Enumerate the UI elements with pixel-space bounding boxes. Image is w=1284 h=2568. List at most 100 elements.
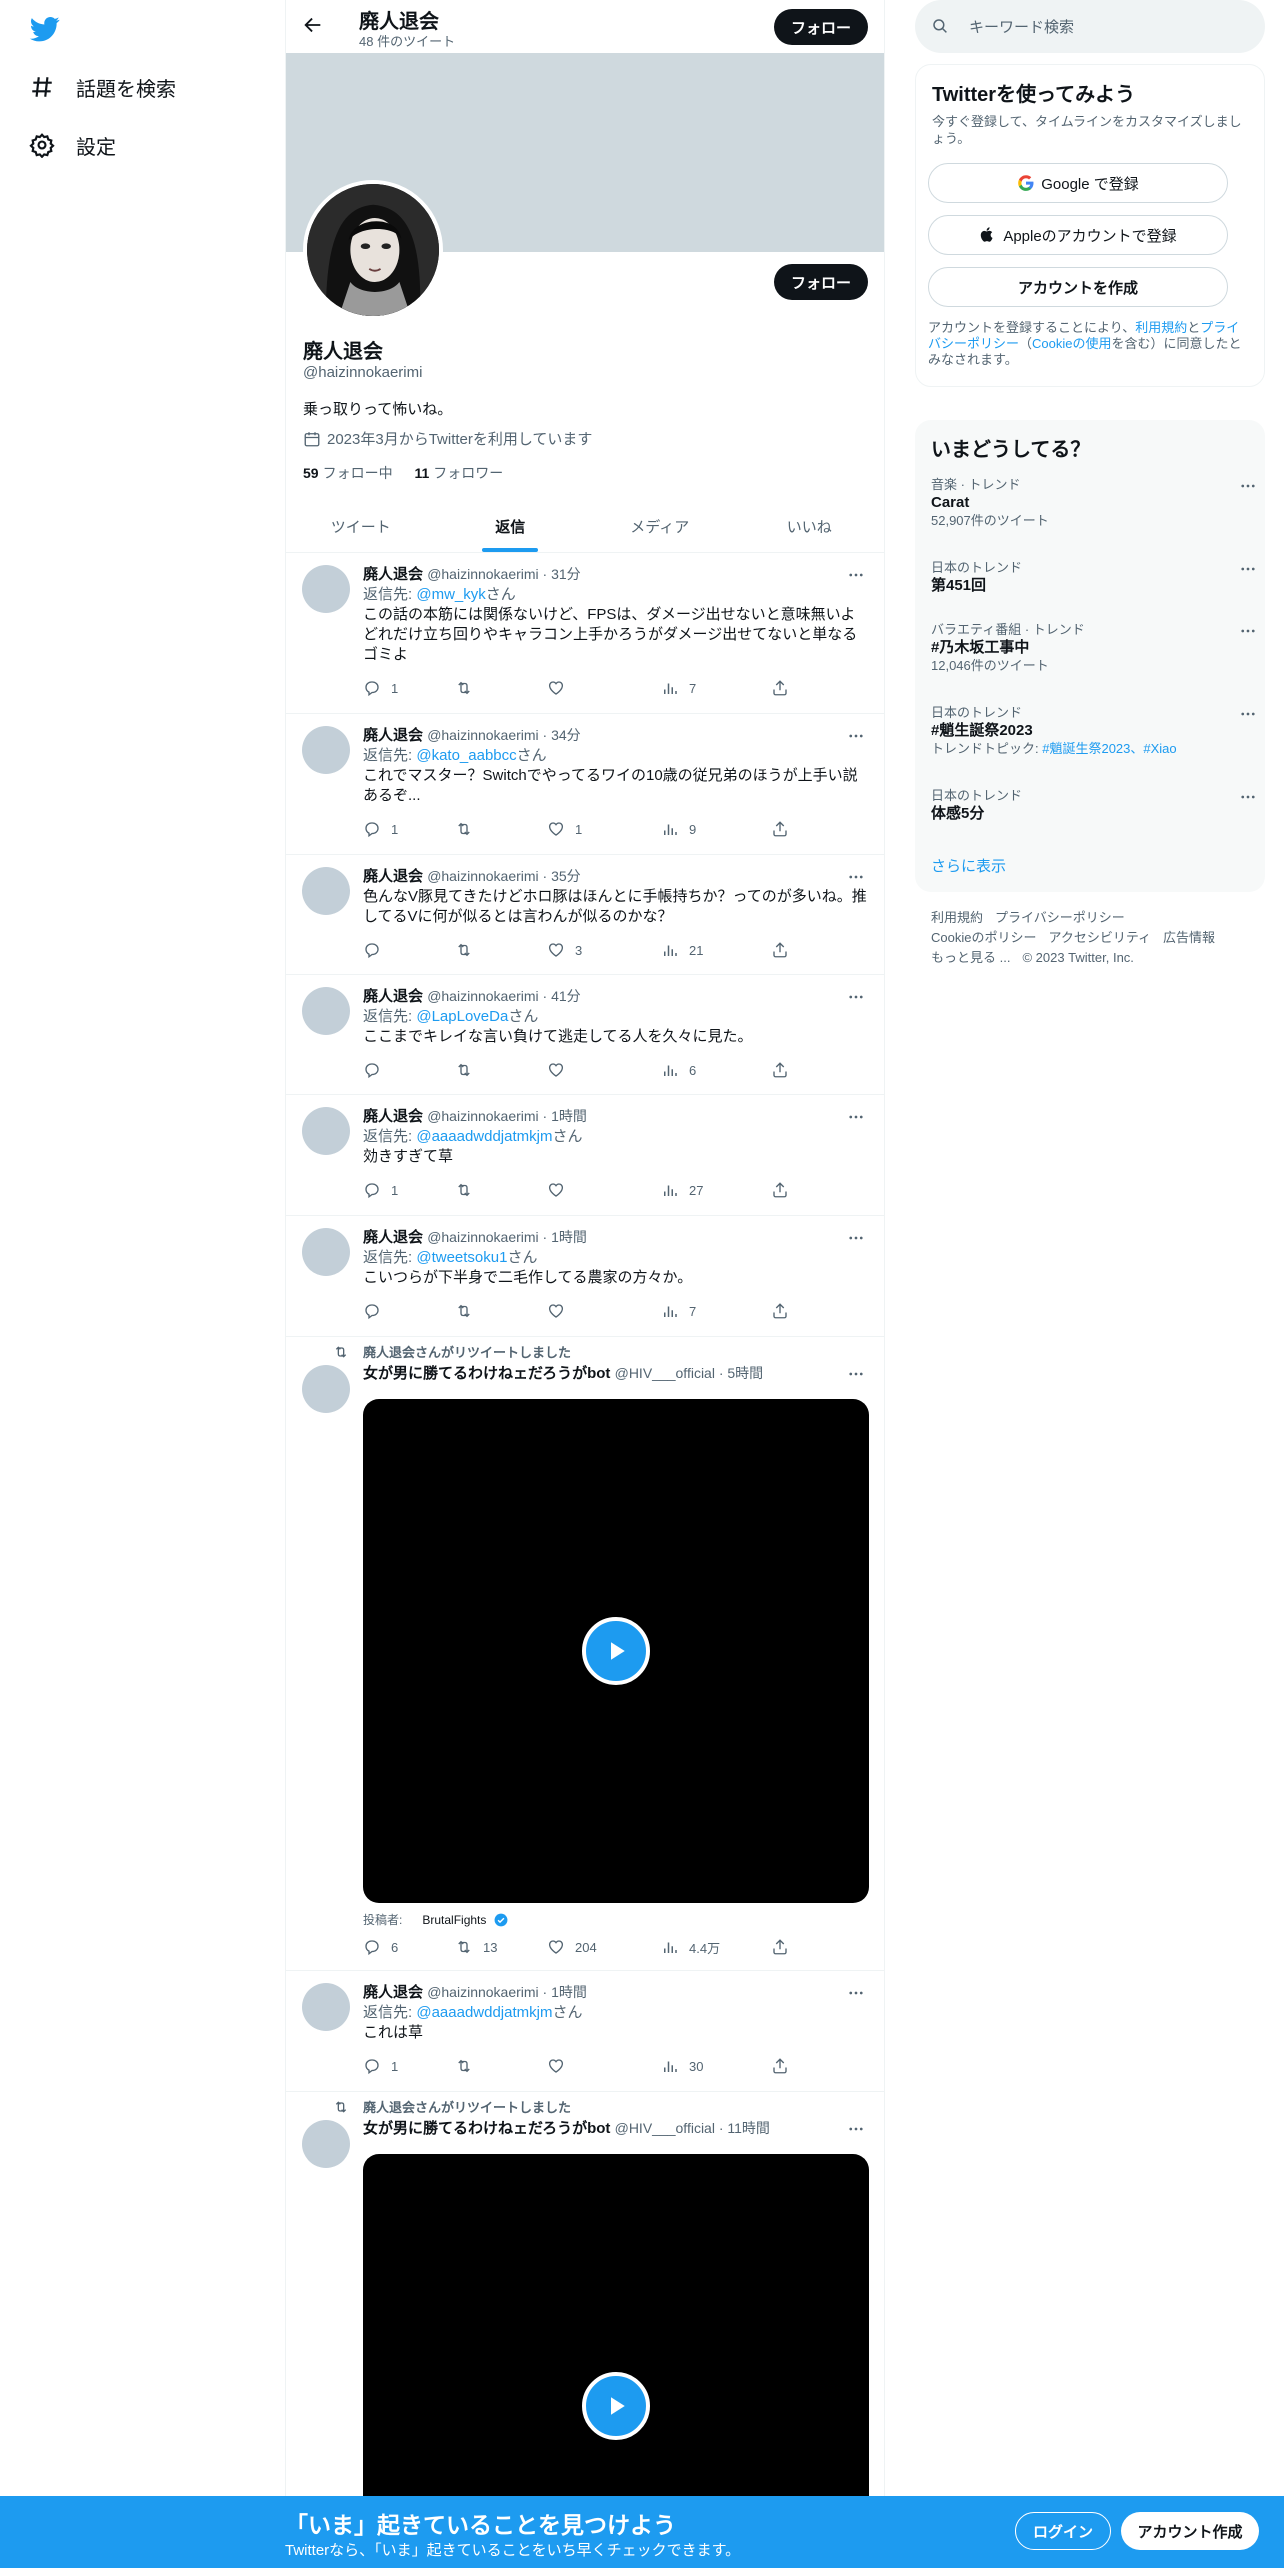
- tweet[interactable]: 廃人退会 @haizinnokaerimi · 1時間 返信先: @tweetso…: [286, 1216, 884, 1337]
- reply-to-handle[interactable]: @kato_aabbcc: [416, 747, 516, 764]
- share-button[interactable]: [771, 819, 799, 839]
- nav-settings[interactable]: 設定: [28, 125, 116, 165]
- retweet-button[interactable]: 13: [455, 1937, 497, 1957]
- play-button-icon[interactable]: [582, 1617, 650, 1685]
- retweet-with-video[interactable]: 廃人退会さんがリツイートしました 女が男に勝てるわけねェだろうがbot @HIV_…: [286, 1337, 884, 1971]
- reply-to-handle[interactable]: @tweetsoku1: [416, 1249, 507, 1266]
- retweet-button[interactable]: [455, 1180, 483, 1200]
- tab-likes[interactable]: いいね: [735, 500, 885, 552]
- tweet-avatar[interactable]: [302, 1228, 350, 1276]
- tab-replies[interactable]: 返信: [436, 500, 586, 552]
- reply-button[interactable]: [363, 1301, 391, 1321]
- reply-button[interactable]: 1: [363, 678, 398, 698]
- reply-button[interactable]: [363, 1060, 391, 1080]
- trend-item[interactable]: 日本のトレンド #魈生誕祭2023 トレンドトピック: #魈誕生祭2023、#Xia…: [931, 705, 1255, 757]
- tweet[interactable]: 廃人退会 @haizinnokaerimi · 31分 返信先: @mw_kykさ…: [286, 553, 884, 714]
- nav-explore[interactable]: 話題を検索: [28, 67, 176, 107]
- views-button[interactable]: 6: [661, 1060, 696, 1080]
- share-button[interactable]: [771, 1180, 799, 1200]
- tweet[interactable]: 廃人退会 @haizinnokaerimi · 1時間 返信先: @aaaadwd…: [286, 1095, 884, 1216]
- retweet-button[interactable]: [455, 678, 483, 698]
- play-button-icon[interactable]: [582, 2372, 650, 2440]
- trend-topics-links[interactable]: #魈誕生祭2023、#Xiao: [1042, 741, 1176, 756]
- reply-button[interactable]: 6: [363, 1937, 398, 1957]
- footer-link[interactable]: アクセシビリティ: [1048, 930, 1151, 945]
- tweet[interactable]: 廃人退会 @haizinnokaerimi · 35分 色んなV豚見てきたけどホロ…: [286, 855, 884, 975]
- more-options-icon[interactable]: [846, 987, 866, 1007]
- tweet-avatar[interactable]: [302, 2120, 350, 2168]
- back-arrow-icon[interactable]: [302, 14, 328, 40]
- retweet-button[interactable]: [455, 2056, 483, 2076]
- retweet-button[interactable]: [455, 940, 483, 960]
- like-button[interactable]: [547, 678, 575, 698]
- tweet-author-name[interactable]: 廃人退会: [363, 1984, 423, 2001]
- tweet-author-name[interactable]: 廃人退会: [363, 1108, 423, 1125]
- like-button[interactable]: 204: [547, 1937, 597, 1957]
- poster-name[interactable]: BrutalFights: [422, 1913, 486, 1927]
- views-button[interactable]: 4.4万: [661, 1937, 720, 1957]
- tweet-author-name[interactable]: 廃人退会: [363, 988, 423, 1005]
- trend-item[interactable]: 音楽 · トレンド Carat 52,907件のツイート: [931, 477, 1255, 529]
- more-options-icon[interactable]: [1239, 477, 1259, 497]
- like-button[interactable]: [547, 2056, 575, 2076]
- share-button[interactable]: [771, 940, 799, 960]
- google-signup-button[interactable]: Google で登録: [928, 163, 1228, 203]
- share-button[interactable]: [771, 1060, 799, 1080]
- trend-item[interactable]: 日本のトレンド 体感5分: [931, 788, 1255, 824]
- followers-link[interactable]: 11 フォロワー: [414, 465, 503, 481]
- more-options-icon[interactable]: [846, 1228, 866, 1248]
- like-button[interactable]: [547, 1301, 575, 1321]
- views-button[interactable]: 21: [661, 940, 703, 960]
- more-options-icon[interactable]: [846, 726, 866, 746]
- tweet-avatar[interactable]: [302, 987, 350, 1035]
- profile-follow-button[interactable]: フォロー: [774, 264, 868, 300]
- like-button[interactable]: 3: [547, 940, 582, 960]
- tweet-avatar[interactable]: [302, 867, 350, 915]
- retweet-with-video[interactable]: 廃人退会さんがリツイートしました 女が男に勝てるわけねェだろうがbot @HIV_…: [286, 2092, 884, 2514]
- search-box[interactable]: キーワード検索: [915, 0, 1265, 53]
- tab-tweets[interactable]: ツイート: [286, 500, 436, 552]
- tweet-avatar[interactable]: [302, 1365, 350, 1413]
- views-button[interactable]: 7: [661, 1301, 696, 1321]
- like-button[interactable]: 1: [547, 819, 582, 839]
- views-button[interactable]: 9: [661, 819, 696, 839]
- header-follow-button[interactable]: フォロー: [774, 9, 868, 45]
- more-options-icon[interactable]: [1239, 622, 1259, 642]
- cookie-link[interactable]: Cookieの使用: [1032, 336, 1111, 351]
- retweet-button[interactable]: [455, 819, 483, 839]
- tweet-avatar[interactable]: [302, 1107, 350, 1155]
- like-button[interactable]: [547, 1060, 575, 1080]
- video-player[interactable]: [363, 2154, 869, 2514]
- views-button[interactable]: 27: [661, 1180, 703, 1200]
- more-options-icon[interactable]: [846, 867, 866, 887]
- terms-link[interactable]: 利用規約: [1135, 320, 1187, 335]
- tweet[interactable]: 廃人退会 @haizinnokaerimi · 41分 返信先: @LapLove…: [286, 975, 884, 1095]
- more-options-icon[interactable]: [1239, 788, 1259, 808]
- share-button[interactable]: [771, 1301, 799, 1321]
- tweet-avatar[interactable]: [302, 1983, 350, 2031]
- footer-link[interactable]: プライバシーポリシー: [995, 910, 1125, 925]
- create-account-button[interactable]: アカウントを作成: [928, 267, 1228, 307]
- trend-item[interactable]: バラエティ番組 · トレンド #乃木坂工事中 12,046件のツイート: [931, 622, 1255, 674]
- more-options-icon[interactable]: [846, 565, 866, 585]
- reply-to-handle[interactable]: @LapLoveDa: [416, 1008, 508, 1025]
- tweet-author-name[interactable]: 廃人退会: [363, 566, 423, 583]
- reply-button[interactable]: 1: [363, 819, 398, 839]
- more-options-icon[interactable]: [846, 1364, 866, 1384]
- tab-media[interactable]: メディア: [585, 500, 735, 552]
- reply-button[interactable]: [363, 940, 391, 960]
- more-options-icon[interactable]: [1239, 560, 1259, 580]
- show-more-link[interactable]: さらに表示: [931, 855, 1006, 876]
- trend-item[interactable]: 日本のトレンド 第451回: [931, 560, 1255, 596]
- twitter-logo-icon[interactable]: [28, 14, 62, 44]
- tweet-avatar[interactable]: [302, 565, 350, 613]
- retweet-button[interactable]: [455, 1301, 483, 1321]
- reply-to-handle[interactable]: @aaaadwddjatmkjm: [416, 1128, 552, 1145]
- reply-to-handle[interactable]: @mw_kyk: [416, 586, 485, 603]
- share-button[interactable]: [771, 678, 799, 698]
- footer-link[interactable]: 利用規約: [931, 910, 983, 925]
- share-button[interactable]: [771, 1937, 799, 1957]
- footer-link[interactable]: 広告情報: [1163, 930, 1215, 945]
- following-link[interactable]: 59 フォロー中: [303, 465, 393, 481]
- tweet-author-name[interactable]: 女が男に勝てるわけねェだろうがbot: [363, 1365, 610, 1382]
